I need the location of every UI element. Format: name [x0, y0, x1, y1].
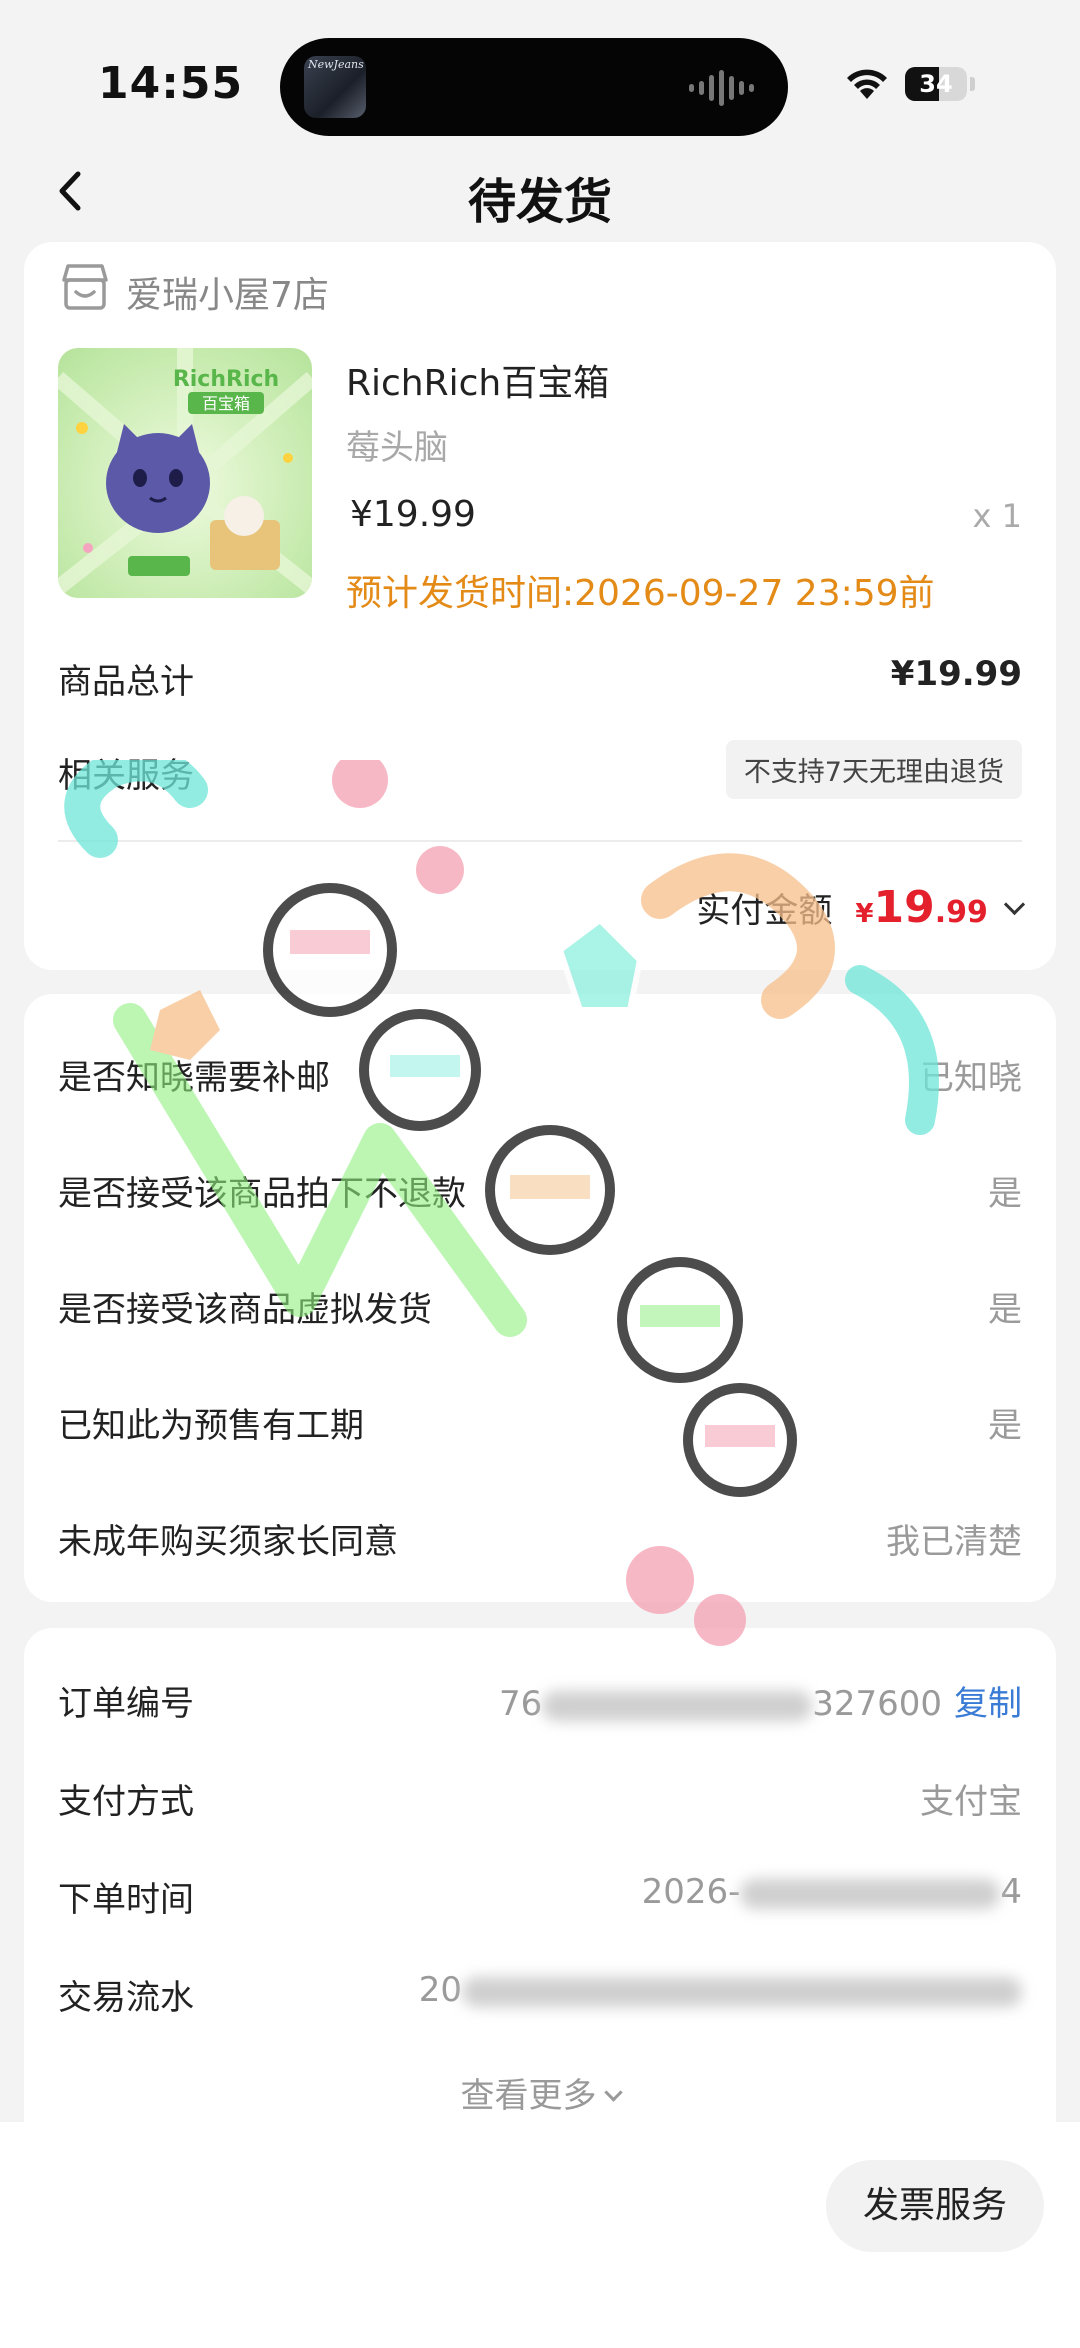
confirmation-label: 未成年购买须家长同意 [58, 1522, 398, 1562]
confirmation-value: 是 [988, 1174, 1022, 1214]
audio-waveform-icon [689, 68, 754, 108]
confirmation-label: 已知此为预售有工期 [58, 1406, 364, 1446]
battery-level: 34 [919, 70, 953, 98]
confirmation-value: 是 [988, 1290, 1022, 1330]
product-thumbnail[interactable]: RichRich 百宝箱 [58, 348, 312, 598]
chevron-down-icon [603, 2083, 623, 2102]
product-image: RichRich 百宝箱 [58, 348, 312, 595]
view-more-button[interactable]: 查看更多 [24, 2068, 1056, 2117]
redacted-blur [740, 1878, 1001, 1909]
order-item-card: 爱瑞小屋7店 RichRich 百宝箱 RichRich百宝箱 莓头脑 ¥19.… [24, 242, 1056, 970]
divider [58, 840, 1022, 842]
payment-method-label: 支付方式 [58, 1782, 194, 1822]
svg-text:RichRich: RichRich [173, 367, 279, 392]
shop-icon [62, 264, 108, 310]
copy-order-number-button[interactable]: 复制 [954, 1684, 1022, 1724]
status-time: 14:55 [98, 58, 244, 109]
service-label: 相关服务 [58, 756, 194, 796]
paid-amount: ¥19.99 [855, 882, 988, 933]
transaction-label: 交易流水 [58, 1978, 194, 2018]
confirmation-label: 是否接受该商品拍下不退款 [58, 1174, 466, 1214]
order-number-label: 订单编号 [58, 1684, 194, 1724]
payment-method-value: 支付宝 [920, 1782, 1022, 1822]
confirmation-value: 是 [988, 1406, 1022, 1446]
redacted-blur [462, 1976, 1022, 2007]
view-more-label: 查看更多 [460, 2076, 597, 2116]
invoice-service-button[interactable]: 发票服务 [826, 2160, 1044, 2252]
paid-amount-row[interactable]: 实付金额 ¥19.99 [696, 882, 1026, 942]
order-time-label: 下单时间 [58, 1880, 194, 1920]
order-info-card: 订单编号 76 327600 复制 支付方式 支付宝 下单时间 2026- 4 交易流… [24, 1628, 1056, 2148]
shop-header[interactable]: 爱瑞小屋7店 [58, 260, 329, 320]
confirmation-label: 是否知晓需要补邮 [58, 1058, 330, 1098]
redacted-blur [542, 1690, 813, 1721]
confirmation-value: 我已清楚 [886, 1522, 1022, 1562]
now-playing-artwork: NewJeans [304, 56, 366, 118]
total-label: 商品总计 [58, 662, 194, 702]
paid-label: 实付金额 [696, 891, 833, 931]
total-value: ¥19.99 [890, 654, 1022, 694]
status-bar: 14:55 NewJeans 34 [0, 0, 1080, 160]
bottom-action-bar: 发票服务 [0, 2122, 1080, 2348]
product-price: ¥19.99 [350, 494, 476, 535]
order-time-value: 2026- 4 [641, 1872, 1022, 1912]
transaction-value: 20 [419, 1970, 1022, 2010]
battery-icon: 34 [905, 67, 967, 101]
confirmation-label: 是否接受该商品虚拟发货 [58, 1290, 432, 1330]
product-name[interactable]: RichRich百宝箱 [346, 354, 609, 406]
svg-text:百宝箱: 百宝箱 [202, 394, 250, 413]
purchase-confirmations-card: 是否知晓需要补邮 已知晓 是否接受该商品拍下不退款 是 是否接受该商品虚拟发货 … [24, 994, 1056, 1602]
wifi-icon [847, 69, 887, 99]
service-tag: 不支持7天无理由退货 [725, 740, 1022, 799]
page-title: 待发货 [467, 174, 612, 230]
shop-name: 爱瑞小屋7店 [126, 275, 329, 316]
product-variant: 莓头脑 [346, 428, 448, 468]
order-number-value: 76 327600 复制 [498, 1684, 1022, 1724]
product-quantity: x 1 [972, 497, 1022, 535]
confirmation-value: 已知晓 [920, 1058, 1022, 1098]
navigation-bar: 待发货 [0, 150, 1080, 240]
estimated-ship-time: 预计发货时间:2026-09-27 23:59前 [346, 573, 935, 614]
chevron-down-icon [1003, 893, 1026, 916]
dynamic-island[interactable]: NewJeans [280, 38, 788, 136]
